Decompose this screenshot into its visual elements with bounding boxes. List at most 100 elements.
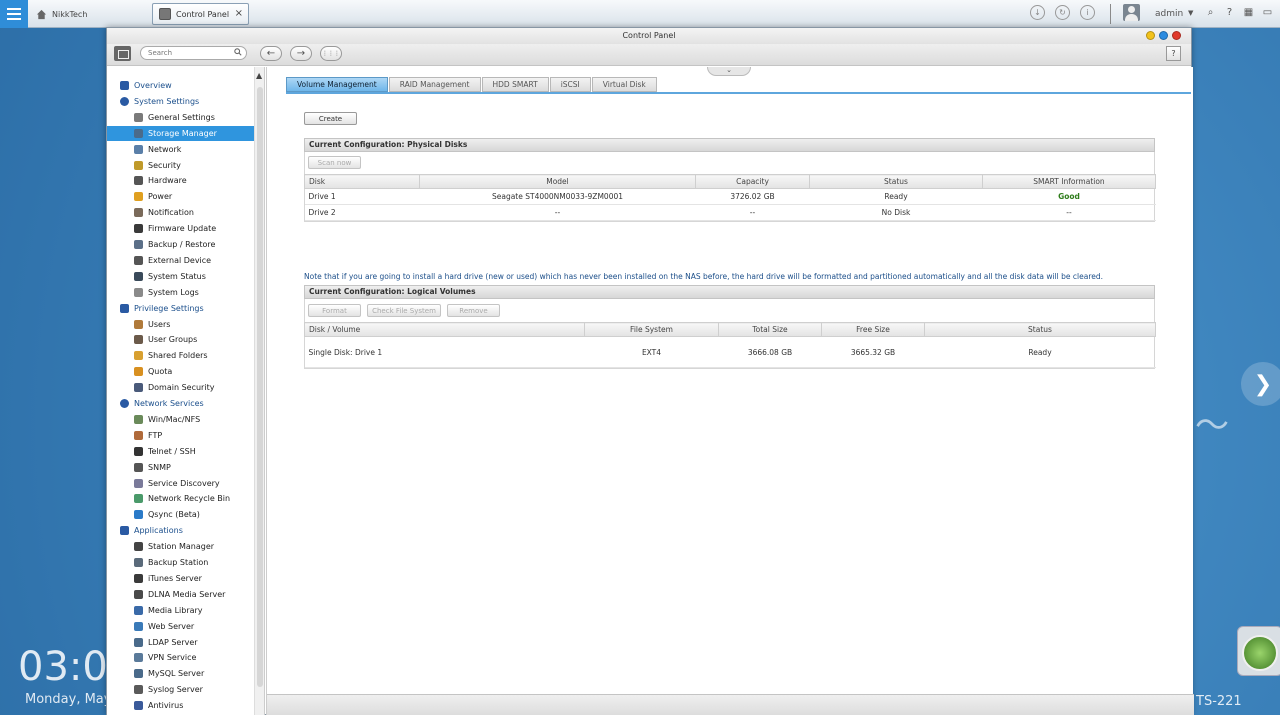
sidebar-item-ftp[interactable]: FTP bbox=[107, 428, 254, 443]
sidebar-item-telnet-ssh[interactable]: Telnet / SSH bbox=[107, 444, 254, 459]
table-row[interactable]: Single Disk: Drive 1 EXT4 3666.08 GB 366… bbox=[304, 336, 1156, 368]
dashboard-widget[interactable] bbox=[1237, 626, 1280, 676]
sidebar-item-network-recycle-bin[interactable]: Network Recycle Bin bbox=[107, 491, 254, 506]
sidebar-item-system-status[interactable]: System Status bbox=[107, 269, 254, 284]
column-header[interactable]: Disk bbox=[304, 174, 420, 189]
search-icon[interactable]: ⌕ bbox=[1204, 6, 1217, 19]
sidebar-item-station-manager[interactable]: Station Manager bbox=[107, 539, 254, 554]
sidebar-category-privilege-settings[interactable]: Privilege Settings bbox=[107, 301, 254, 316]
sidebar-item-quota[interactable]: Quota bbox=[107, 364, 254, 379]
sidebar-item-power[interactable]: Power bbox=[107, 189, 254, 204]
sidebar-category-applications[interactable]: Applications bbox=[107, 523, 254, 538]
collapse-toggle-icon[interactable]: ⌄ bbox=[707, 67, 751, 76]
free-size-cell: 3665.32 GB bbox=[821, 336, 925, 368]
sidebar-item-backup-restore[interactable]: Backup / Restore bbox=[107, 237, 254, 252]
column-header[interactable]: Status bbox=[809, 174, 983, 189]
sidebar-scrollbar[interactable]: ▲ bbox=[255, 67, 265, 715]
sidebar-item-backup-station[interactable]: Backup Station bbox=[107, 555, 254, 570]
scrollbar-thumb[interactable] bbox=[257, 87, 263, 687]
sidebar-item-storage-manager[interactable]: Storage Manager bbox=[107, 125, 254, 141]
sidebar-item-external-device[interactable]: External Device bbox=[107, 253, 254, 268]
sidebar-category-network-services[interactable]: Network Services bbox=[107, 396, 254, 411]
home-tab[interactable]: NikkTech bbox=[36, 5, 87, 23]
sidebar-item-system-logs[interactable]: System Logs bbox=[107, 285, 254, 300]
column-header[interactable]: SMART Information bbox=[982, 174, 1156, 189]
sidebar-item-security[interactable]: Security bbox=[107, 158, 254, 173]
tab-iscsi[interactable]: iSCSI bbox=[549, 77, 591, 92]
sidebar-item-user-groups[interactable]: User Groups bbox=[107, 332, 254, 347]
scan-now-button[interactable]: Scan now bbox=[308, 156, 361, 169]
search-icon[interactable] bbox=[234, 48, 242, 56]
screen-icon[interactable]: ▭ bbox=[1261, 6, 1274, 19]
tab-hdd-smart[interactable]: HDD SMART bbox=[481, 77, 549, 92]
all-apps-button[interactable]: ⋮⋮⋮ bbox=[320, 46, 342, 61]
avatar[interactable] bbox=[1123, 4, 1140, 21]
user-menu-chevron-icon[interactable]: ▼ bbox=[1188, 9, 1193, 17]
sidebar-item-network[interactable]: Network bbox=[107, 142, 254, 157]
sidebar-item-dlna-media-server[interactable]: DLNA Media Server bbox=[107, 587, 254, 602]
column-header[interactable]: Free Size bbox=[821, 322, 925, 337]
maximize-icon[interactable] bbox=[1159, 31, 1168, 40]
tab-raid-management[interactable]: RAID Management bbox=[388, 77, 481, 92]
help-icon[interactable]: ? bbox=[1223, 6, 1236, 19]
tab-volume-management[interactable]: Volume Management bbox=[286, 77, 388, 92]
vpn-icon bbox=[134, 653, 143, 663]
tab-virtual-disk[interactable]: Virtual Disk bbox=[591, 77, 657, 92]
app-tab-control-panel[interactable]: Control Panel × bbox=[152, 3, 249, 25]
sync-icon[interactable]: ↻ bbox=[1055, 5, 1070, 20]
check-file-system-button[interactable]: Check File System bbox=[367, 304, 441, 317]
sidebar-item-itunes-server[interactable]: iTunes Server bbox=[107, 571, 254, 586]
sidebar-item-hardware[interactable]: Hardware bbox=[107, 173, 254, 188]
close-tab-icon[interactable]: × bbox=[235, 8, 243, 19]
table-row[interactable]: Drive 2 -- -- No Disk -- bbox=[304, 204, 1156, 221]
format-button[interactable]: Format bbox=[308, 304, 361, 317]
sidebar-item-win-mac-nfs[interactable]: Win/Mac/NFS bbox=[107, 412, 254, 427]
sidebar-item-notification[interactable]: Notification bbox=[107, 205, 254, 220]
sidebar-item-mysql-server[interactable]: MySQL Server bbox=[107, 666, 254, 681]
sidebar-item-service-discovery[interactable]: Service Discovery bbox=[107, 476, 254, 491]
sidebar-item-syslog-server[interactable]: Syslog Server bbox=[107, 682, 254, 697]
sidebar-item-label: Network Services bbox=[134, 399, 204, 408]
sidebar-item-web-server[interactable]: Web Server bbox=[107, 619, 254, 634]
back-button[interactable]: ← bbox=[260, 46, 282, 61]
sidebar-category-system-settings[interactable]: System Settings bbox=[107, 94, 254, 109]
sidebar-item-users[interactable]: Users bbox=[107, 317, 254, 332]
sidebar-item-media-library[interactable]: Media Library bbox=[107, 603, 254, 618]
sidebar-item-firmware-update[interactable]: Firmware Update bbox=[107, 221, 254, 236]
column-header[interactable]: Status bbox=[924, 322, 1156, 337]
remove-button[interactable]: Remove bbox=[447, 304, 500, 317]
main-menu-button[interactable] bbox=[0, 0, 28, 28]
scroll-up-icon[interactable]: ▲ bbox=[256, 71, 262, 80]
column-header[interactable]: Capacity bbox=[695, 174, 810, 189]
sidebar-item-label: Win/Mac/NFS bbox=[148, 414, 201, 424]
search-input[interactable] bbox=[140, 46, 247, 60]
sidebar-item-domain-security[interactable]: Domain Security bbox=[107, 380, 254, 395]
window-titlebar[interactable]: Control Panel bbox=[107, 28, 1191, 44]
sidebar-item-snmp[interactable]: SNMP bbox=[107, 460, 254, 475]
sidebar-category-overview[interactable]: Overview bbox=[107, 78, 254, 93]
next-desktop-arrow-icon[interactable]: ❯ bbox=[1241, 362, 1280, 406]
sidebar-item-vpn-service[interactable]: VPN Service bbox=[107, 650, 254, 665]
tabs-underline bbox=[286, 92, 1191, 94]
sidebar-item-ldap-server[interactable]: LDAP Server bbox=[107, 635, 254, 650]
column-header[interactable]: File System bbox=[584, 322, 719, 337]
sidebar-item-general-settings[interactable]: General Settings bbox=[107, 110, 254, 125]
column-header[interactable]: Disk / Volume bbox=[304, 322, 585, 337]
column-header[interactable]: Model bbox=[419, 174, 696, 189]
sidebar-item-label: Storage Manager bbox=[148, 128, 217, 138]
minimize-icon[interactable] bbox=[1146, 31, 1155, 40]
info-icon[interactable]: i bbox=[1080, 5, 1095, 20]
sidebar-item-shared-folders[interactable]: Shared Folders bbox=[107, 348, 254, 363]
user-name[interactable]: admin bbox=[1155, 9, 1183, 19]
close-window-icon[interactable] bbox=[1172, 31, 1181, 40]
sidebar-toggle-button[interactable] bbox=[114, 46, 131, 61]
forward-button[interactable]: → bbox=[290, 46, 312, 61]
sidebar-item-qsync-beta[interactable]: Qsync (Beta) bbox=[107, 507, 254, 522]
help-button[interactable]: ? bbox=[1166, 46, 1181, 61]
column-header[interactable]: Total Size bbox=[718, 322, 822, 337]
sidebar-item-antivirus[interactable]: Antivirus bbox=[107, 698, 254, 713]
download-icon[interactable]: ↓ bbox=[1030, 5, 1045, 20]
table-row[interactable]: Drive 1 Seagate ST4000NM0033-9ZM0001 372… bbox=[304, 188, 1156, 205]
grid-icon[interactable]: ▦ bbox=[1242, 6, 1255, 19]
create-button[interactable]: Create bbox=[304, 112, 357, 125]
